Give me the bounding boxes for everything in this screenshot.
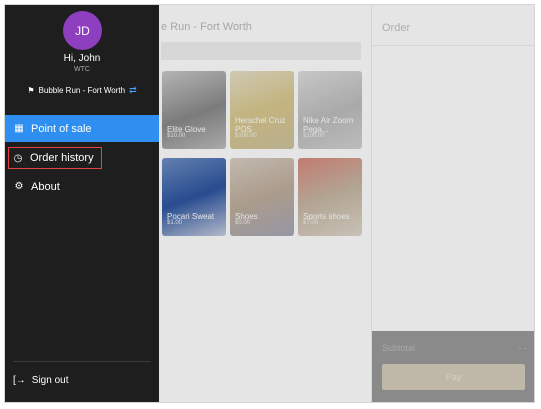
nav-item-label: Order history [30,152,94,164]
app-window: e Run - Fort Worth Elite Glove $10.00 He… [4,4,535,403]
nav-item-about[interactable]: ⚙ About [5,173,159,200]
nav-item-order-history[interactable]: ◷ Order history [8,147,102,169]
flag-icon: ⚑ [27,86,35,95]
sign-out-label: Sign out [31,374,69,386]
navigation-drawer: JD Hi, John WTC ⚑ Bubble Run - Fort Wort… [5,5,159,402]
switch-location-icon[interactable]: ⇄ [129,85,137,96]
gear-icon: ⚙ [14,181,24,192]
nav-item-point-of-sale[interactable]: ▦ Point of sale [5,115,159,142]
calculator-icon: ▦ [14,123,24,134]
organization-name: WTC [74,66,90,73]
user-greeting: Hi, John [63,53,101,64]
nav-item-label: About [31,180,60,193]
location-name: Bubble Run - Fort Worth [38,86,126,95]
divider [13,361,151,362]
sign-out-button[interactable]: [→ Sign out [13,370,68,390]
location-switcher[interactable]: ⚑ Bubble Run - Fort Worth ⇄ [5,85,159,96]
sign-out-icon: [→ [13,374,26,386]
clock-icon: ◷ [13,152,23,164]
avatar[interactable]: JD [63,11,102,50]
drawer-scrim[interactable] [159,5,534,402]
nav-item-label: Point of sale [31,122,92,135]
